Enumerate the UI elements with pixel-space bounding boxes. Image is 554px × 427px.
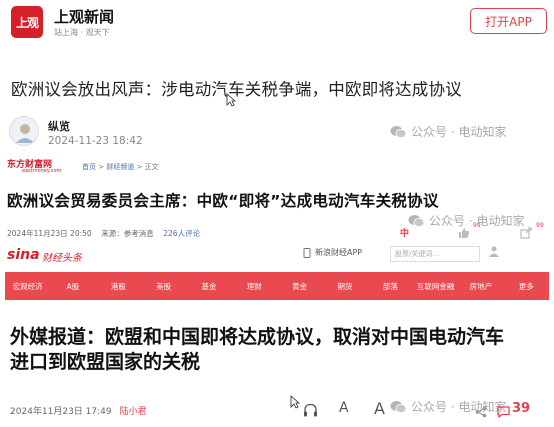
- eastmoney-badge: 中: [400, 229, 410, 239]
- share-count: 99: [536, 222, 544, 229]
- watermark: 公众号 · 电动知家: [390, 398, 506, 415]
- app-name: 上观新闻: [54, 8, 115, 26]
- sina-app-link[interactable]: 新浪财经APP: [302, 247, 362, 258]
- sina-nav-item[interactable]: 互联网金融: [413, 281, 458, 292]
- sina-nav-item[interactable]: 部落: [368, 281, 413, 292]
- watermark-text: 公众号 · 电动知家: [411, 400, 507, 414]
- font-smaller-icon[interactable]: A: [339, 400, 349, 416]
- eastmoney-time: 2024年11月23日 20:50: [7, 229, 92, 238]
- mouse-cursor-icon: [226, 93, 236, 107]
- breadcrumb-separator: >: [96, 163, 107, 171]
- eastmoney-source: 参考消息: [123, 229, 154, 238]
- sina-nav: 宏观经济 A股 港股 美股 基金 理财 黄金 期货 部落 互联网金融 房地产 更…: [5, 272, 549, 300]
- sina-logo: sina: [7, 247, 40, 263]
- breadcrumb-separator: >: [134, 163, 145, 171]
- sina-author[interactable]: 陆小君: [120, 407, 147, 417]
- user-icon[interactable]: [488, 245, 500, 260]
- publish-time: 2024-11-23 18:42: [48, 135, 143, 147]
- share-icon[interactable]: [520, 224, 532, 243]
- watermark: 公众号 · 电动知家: [390, 123, 506, 140]
- sina-time: 2024年11月23日 17:49: [10, 407, 112, 417]
- like-icon[interactable]: [458, 224, 470, 243]
- watermark-text: 公众号 · 电动知家: [411, 125, 507, 139]
- breadcrumb-home[interactable]: 首页: [82, 163, 96, 171]
- sina-nav-item[interactable]: 房地产: [458, 281, 503, 292]
- sina-nav-item[interactable]: 黄金: [277, 281, 322, 292]
- sina-nav-item[interactable]: 期货: [322, 281, 367, 292]
- sina-title-line: 外媒报道：欧盟和中国即将达成协议，取消对中国电动汽车: [10, 326, 505, 348]
- app-slogan: 站上海 · 观天下: [54, 28, 110, 37]
- eastmoney-logo-sub: eastmoney.com: [22, 168, 62, 174]
- eastmoney-meta: 2024年11月23日 20:50 来源：参考消息 226人评论: [7, 228, 200, 239]
- sina-nav-item[interactable]: 港股: [96, 281, 141, 292]
- eastmoney-title: 欧洲议会贸易委员会主席：中欧“即将”达成电动汽车关税协议: [7, 192, 439, 210]
- wechat-icon: [390, 400, 407, 413]
- sina-search-input[interactable]: 股票/关键词...: [390, 246, 480, 262]
- breadcrumb-channel[interactable]: 财经频道: [106, 163, 134, 171]
- breadcrumb: 首页 > 财经频道 > 正文: [82, 162, 159, 172]
- breadcrumb-current: 正文: [144, 163, 159, 171]
- wechat-icon: [408, 214, 425, 227]
- mouse-cursor-icon: [290, 395, 300, 409]
- sina-title-line: 进口到欧盟国家的关税: [10, 351, 201, 373]
- share-icon[interactable]: [475, 403, 487, 422]
- comment-icon[interactable]: [497, 403, 510, 422]
- sina-app-label: 新浪财经APP: [315, 248, 363, 257]
- sina-nav-item[interactable]: 美股: [141, 281, 186, 292]
- avatar-icon: [10, 117, 38, 145]
- sina-nav-item[interactable]: 更多: [504, 281, 549, 292]
- font-larger-icon[interactable]: A: [374, 399, 385, 418]
- app-logo[interactable]: 上观: [11, 6, 43, 38]
- phone-icon: [303, 247, 311, 258]
- article-headline: 欧洲议会放出风声：涉电动汽车关税争端，中欧即将达成协议: [11, 80, 462, 99]
- sina-title: 外媒报道：欧盟和中国即将达成协议，取消对中国电动汽车 进口到欧盟国家的关税: [10, 325, 554, 375]
- sina-nav-item[interactable]: 宏观经济: [5, 281, 50, 292]
- eastmoney-source-label: 来源：: [101, 229, 124, 238]
- wechat-icon: [390, 125, 407, 138]
- like-count: 99: [473, 222, 481, 229]
- open-app-button[interactable]: 打开APP: [470, 8, 547, 34]
- sina-nav-item[interactable]: 理财: [232, 281, 277, 292]
- sina-meta: 2024年11月23日 17:49 陆小君: [10, 404, 147, 417]
- author-name[interactable]: 纵览: [48, 118, 70, 134]
- app-header: 上观 上观新闻 站上海 · 观天下 打开APP: [0, 0, 554, 48]
- comment-count[interactable]: 39: [512, 401, 530, 416]
- author-avatar[interactable]: [9, 116, 39, 146]
- sina-logo-sub: 财经头条: [42, 253, 82, 264]
- headphones-icon[interactable]: [303, 402, 318, 421]
- sina-nav-item[interactable]: 基金: [186, 281, 231, 292]
- sina-nav-item[interactable]: A股: [50, 281, 95, 292]
- eastmoney-comments[interactable]: 226人评论: [163, 229, 200, 238]
